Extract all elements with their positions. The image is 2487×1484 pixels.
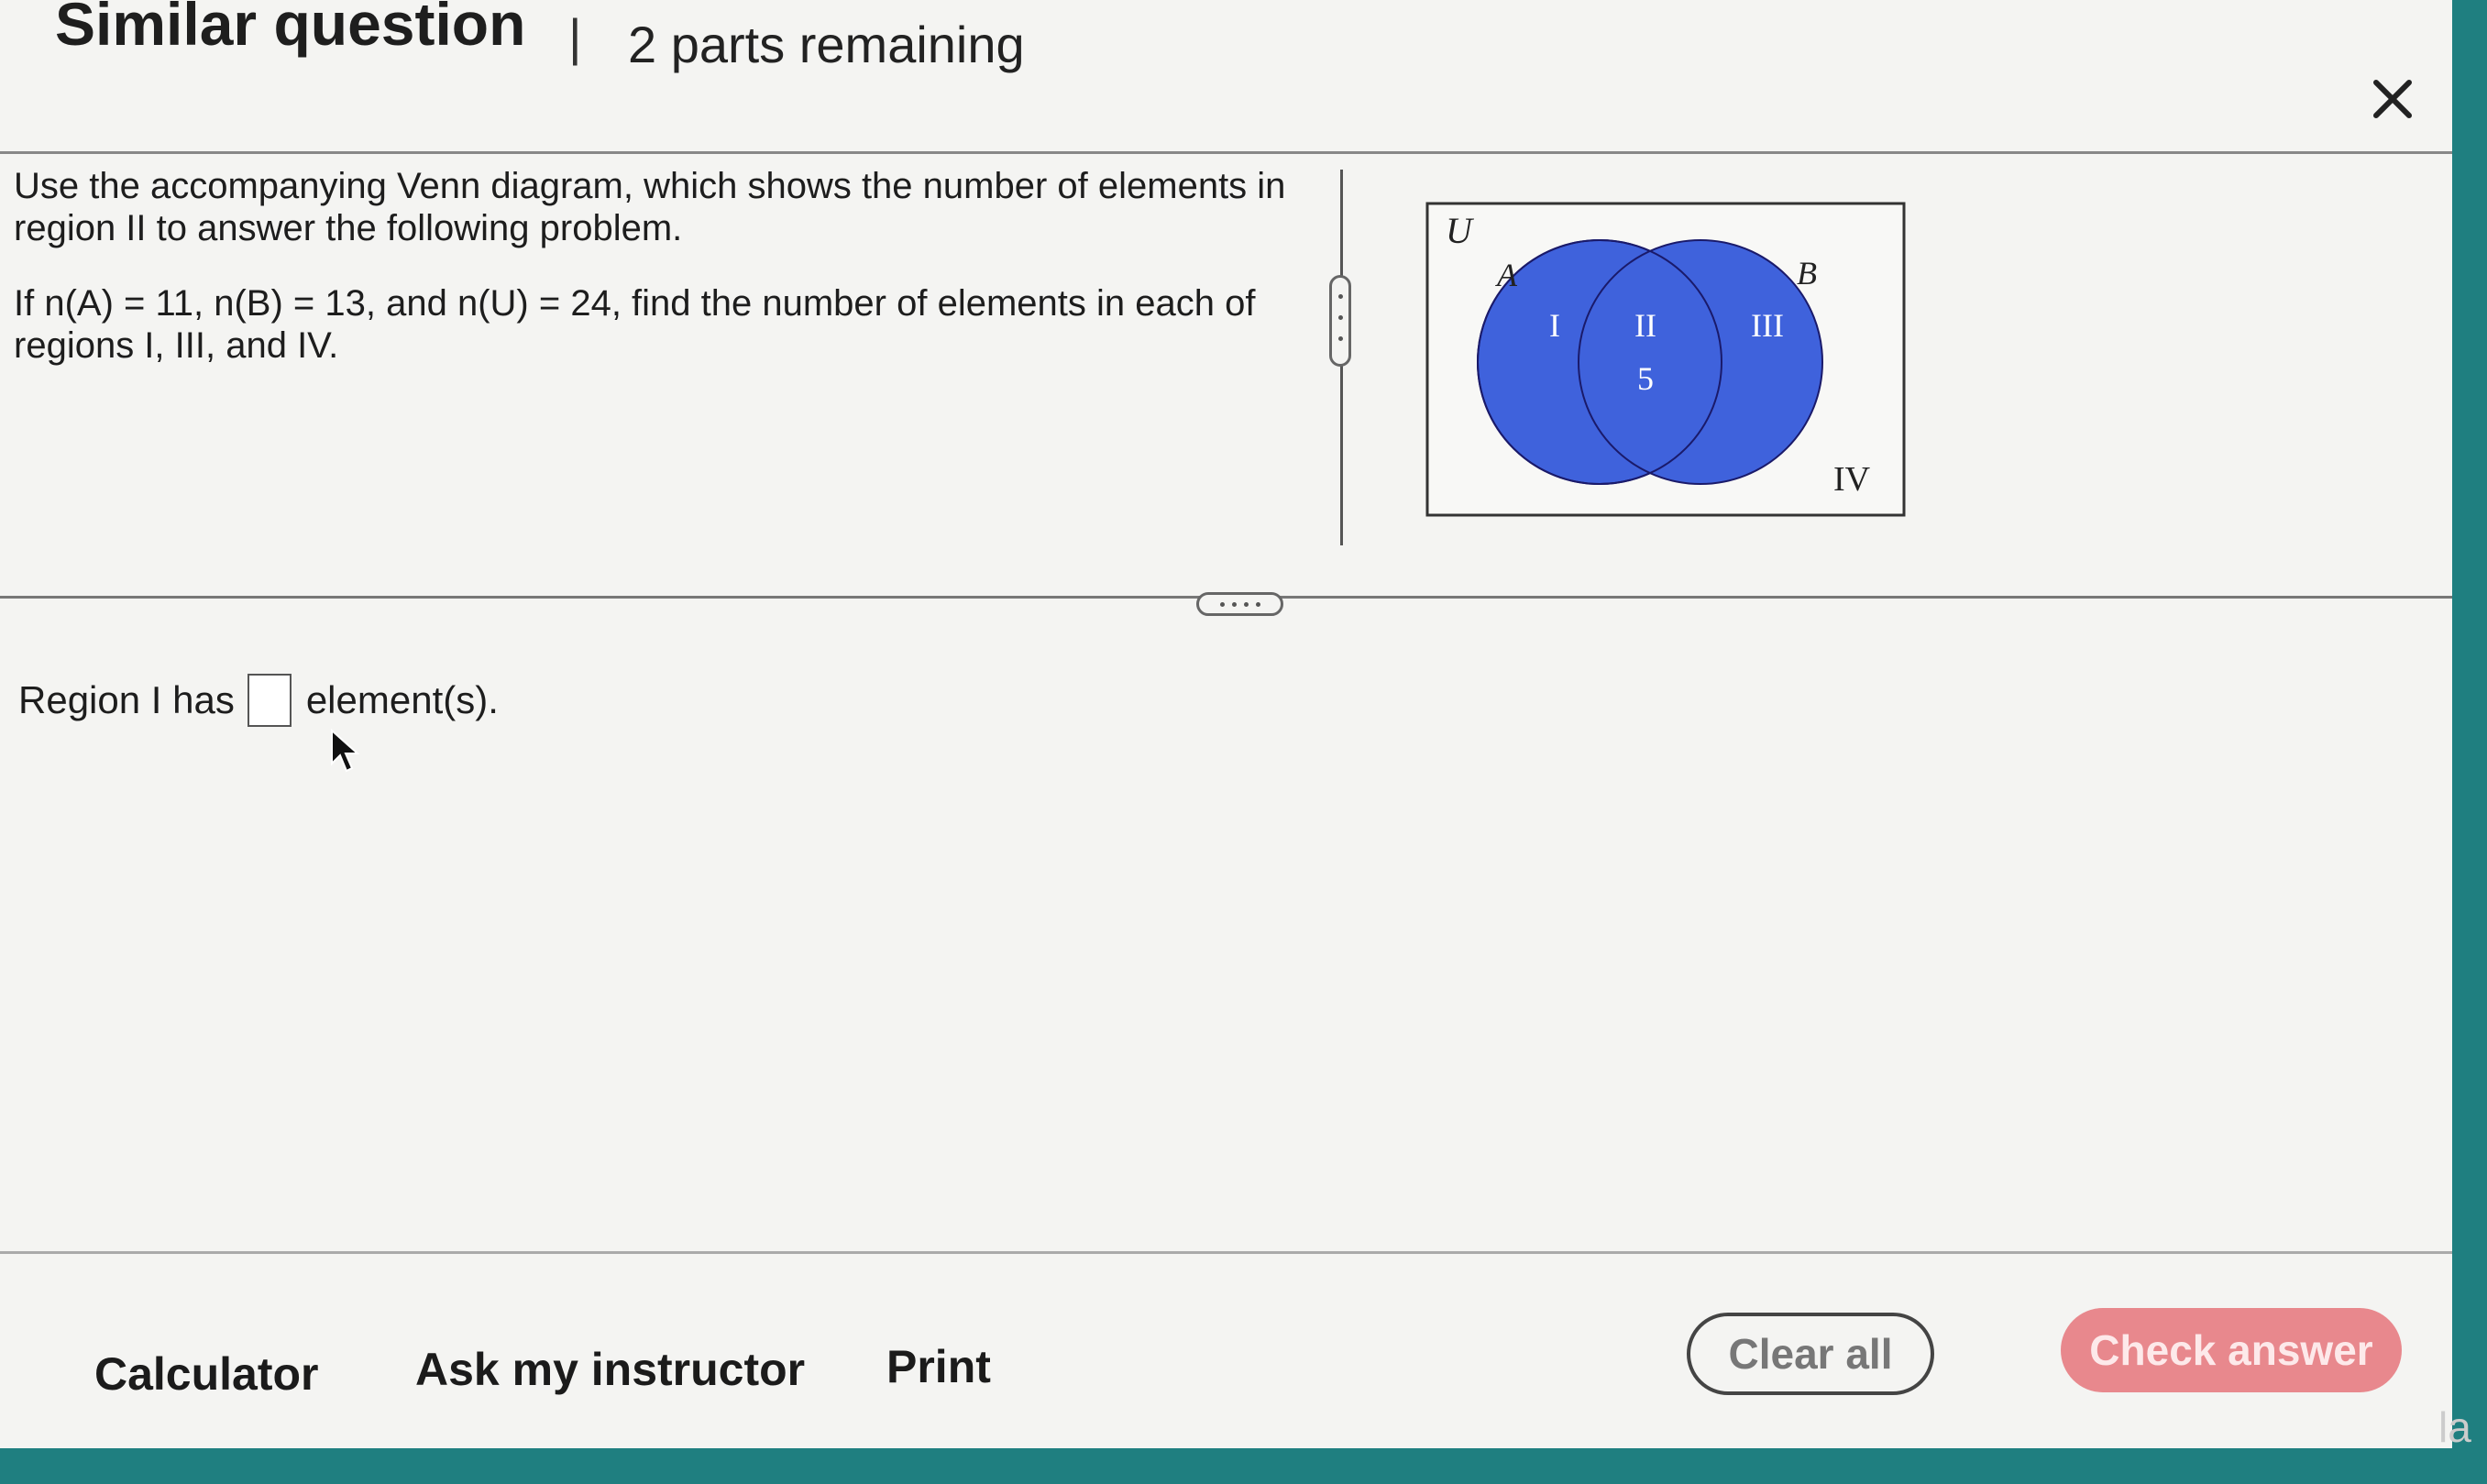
region-1-label: I — [1549, 307, 1560, 344]
clear-all-button[interactable]: Clear all — [1687, 1313, 1934, 1395]
universe-label: U — [1446, 210, 1475, 251]
title-separator: | — [568, 8, 582, 66]
mouse-pointer-icon — [331, 729, 360, 773]
partial-edge-text: la — [2438, 1403, 2471, 1451]
print-button[interactable]: Print — [886, 1340, 991, 1393]
region-3-label: III — [1751, 307, 1784, 344]
answer-row: Region I has element(s). — [18, 674, 499, 727]
question-intro: Use the accompanying Venn diagram, which… — [14, 166, 1286, 248]
region-2-label: II — [1634, 307, 1656, 344]
calculator-button[interactable]: Calculator — [94, 1347, 319, 1401]
answer-suffix: element(s). — [305, 678, 499, 721]
answer-prefix: Region I has — [18, 678, 235, 721]
parts-remaining: 2 parts remaining — [628, 16, 1025, 73]
close-icon — [2373, 80, 2412, 118]
question-problem: If n(A) = 11, n(B) = 13, and n(U) = 24, … — [14, 283, 1256, 366]
close-button[interactable] — [2365, 71, 2420, 126]
question-text: Use the accompanying Venn diagram, which… — [14, 165, 1297, 400]
region-4-label: IV — [1833, 460, 1871, 499]
dialog-title: Similar question — [55, 0, 526, 58]
venn-diagram: U A B I II 5 III IV — [1425, 202, 1906, 517]
set-b-label: B — [1797, 255, 1817, 291]
region-1-answer-input[interactable] — [247, 674, 292, 727]
horizontal-resize-handle[interactable] — [1196, 592, 1283, 616]
set-a-label: A — [1495, 257, 1518, 293]
dialog-header: Similar question | 2 parts remaining — [0, 0, 2452, 151]
header-divider — [0, 151, 2452, 154]
check-answer-button[interactable]: Check answer — [2061, 1308, 2402, 1392]
set-b-circle — [1578, 239, 1823, 485]
ask-instructor-button[interactable]: Ask my instructor — [415, 1343, 805, 1396]
vertical-resize-handle[interactable] — [1329, 275, 1351, 367]
footer-divider — [0, 1251, 2452, 1254]
question-dialog: Similar question | 2 parts remaining Use… — [0, 0, 2452, 1448]
region-2-value: 5 — [1637, 360, 1654, 397]
